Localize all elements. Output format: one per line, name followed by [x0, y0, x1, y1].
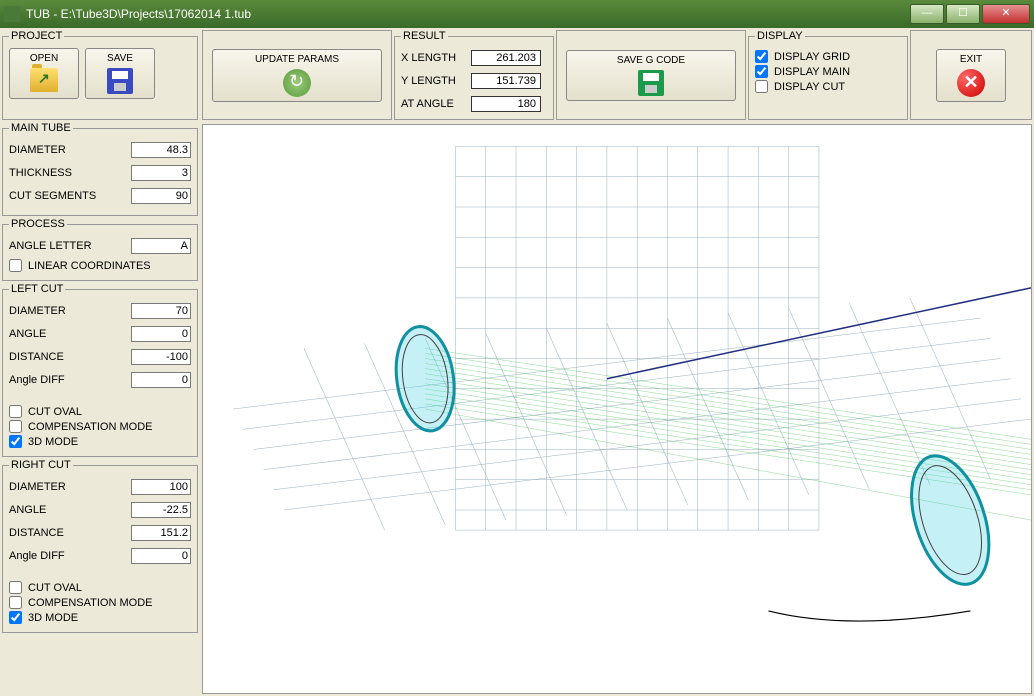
display-grid-label: DISPLAY GRID: [774, 51, 850, 63]
save-button[interactable]: SAVE: [85, 48, 155, 99]
project-legend: PROJECT: [9, 30, 64, 42]
atangle-value: 180: [471, 96, 541, 112]
app-icon: [4, 6, 20, 22]
open-button[interactable]: OPEN: [9, 48, 79, 99]
left-compensation-label: COMPENSATION MODE: [28, 421, 152, 433]
right-angle-label: ANGLE: [9, 504, 131, 516]
title-bar: TUB - E:\Tube3D\Projects\17062014 1.tub …: [0, 0, 1034, 28]
right-compensation-checkbox[interactable]: [9, 596, 22, 609]
right-3d-mode-checkbox[interactable]: [9, 611, 22, 624]
save-label: SAVE: [107, 53, 133, 64]
angle-letter-input[interactable]: [131, 238, 191, 254]
result-group: RESULT X LENGTH 261.203 Y LENGTH 151.739…: [394, 30, 554, 120]
thickness-label: THICKNESS: [9, 167, 131, 179]
window-title: TUB - E:\Tube3D\Projects\17062014 1.tub: [26, 7, 908, 21]
right-cut-group: RIGHT CUT DIAMETER ANGLE DISTANCE Angle …: [2, 459, 198, 633]
render-svg: [203, 125, 1031, 693]
linear-coordinates-checkbox[interactable]: [9, 259, 22, 272]
ylength-value: 151.739: [471, 73, 541, 89]
angle-letter-label: ANGLE LETTER: [9, 240, 131, 252]
right-cut-legend: RIGHT CUT: [9, 459, 73, 471]
left-anglediff-label: Angle DIFF: [9, 374, 131, 386]
left-distance-input[interactable]: [131, 349, 191, 365]
xlength-label: X LENGTH: [401, 52, 471, 64]
cut-segments-label: CUT SEGMENTS: [9, 190, 131, 202]
left-cut-group: LEFT CUT DIAMETER ANGLE DISTANCE Angle D…: [2, 283, 198, 457]
left-cut-oval-label: CUT OVAL: [28, 406, 82, 418]
right-distance-input[interactable]: [131, 525, 191, 541]
exit-group: EXIT ✕: [910, 30, 1032, 120]
display-cut-checkbox[interactable]: [755, 80, 768, 93]
process-legend: PROCESS: [9, 218, 67, 230]
minimize-button[interactable]: —: [910, 4, 944, 24]
update-params-button[interactable]: UPDATE PARAMS: [212, 49, 382, 102]
display-group: DISPLAY DISPLAY GRID DISPLAY MAIN DISPLA…: [748, 30, 908, 120]
close-circle-icon: ✕: [957, 69, 985, 97]
right-anglediff-input[interactable]: [131, 548, 191, 564]
process-group: PROCESS ANGLE LETTER LINEAR COORDINATES: [2, 218, 198, 281]
refresh-icon: [283, 69, 311, 97]
left-cut-oval-checkbox[interactable]: [9, 405, 22, 418]
right-diameter-label: DIAMETER: [9, 481, 131, 493]
main-tube-group: MAIN TUBE DIAMETER THICKNESS CUT SEGMENT…: [2, 122, 198, 216]
exit-button[interactable]: EXIT ✕: [936, 49, 1006, 102]
right-diameter-input[interactable]: [131, 479, 191, 495]
display-main-checkbox[interactable]: [755, 65, 768, 78]
left-distance-label: DISTANCE: [9, 351, 131, 363]
left-3d-mode-label: 3D MODE: [28, 436, 78, 448]
save-gcode-label: SAVE G CODE: [617, 55, 685, 66]
left-angle-label: ANGLE: [9, 328, 131, 340]
left-cut-legend: LEFT CUT: [9, 283, 65, 295]
left-anglediff-input[interactable]: [131, 372, 191, 388]
close-button[interactable]: ✕: [982, 4, 1030, 24]
project-group: PROJECT OPEN SAVE: [2, 30, 198, 120]
update-group: UPDATE PARAMS: [202, 30, 392, 120]
floppy-disk-icon: [107, 68, 133, 94]
right-anglediff-label: Angle DIFF: [9, 550, 131, 562]
ylength-label: Y LENGTH: [401, 75, 471, 87]
right-cut-oval-label: CUT OVAL: [28, 582, 82, 594]
left-angle-input[interactable]: [131, 326, 191, 342]
maximize-button[interactable]: ☐: [946, 4, 980, 24]
result-legend: RESULT: [401, 30, 448, 42]
open-label: OPEN: [30, 53, 58, 64]
main-thickness-input[interactable]: [131, 165, 191, 181]
left-diameter-label: DIAMETER: [9, 305, 131, 317]
update-params-label: UPDATE PARAMS: [255, 54, 339, 65]
folder-open-icon: [30, 68, 58, 92]
atangle-label: AT ANGLE: [401, 98, 471, 110]
floppy-disk-green-icon: [638, 70, 664, 96]
save-gcode-group: SAVE G CODE: [556, 30, 746, 120]
right-cut-oval-checkbox[interactable]: [9, 581, 22, 594]
right-angle-input[interactable]: [131, 502, 191, 518]
display-legend: DISPLAY: [755, 30, 805, 42]
diameter-label: DIAMETER: [9, 144, 131, 156]
right-3d-mode-label: 3D MODE: [28, 612, 78, 624]
display-grid-checkbox[interactable]: [755, 50, 768, 63]
right-compensation-label: COMPENSATION MODE: [28, 597, 152, 609]
save-gcode-button[interactable]: SAVE G CODE: [566, 50, 736, 101]
xlength-value: 261.203: [471, 50, 541, 66]
main-tube-legend: MAIN TUBE: [9, 122, 73, 134]
3d-viewport[interactable]: [202, 124, 1032, 694]
right-distance-label: DISTANCE: [9, 527, 131, 539]
display-cut-label: DISPLAY CUT: [774, 81, 845, 93]
left-diameter-input[interactable]: [131, 303, 191, 319]
exit-label: EXIT: [960, 54, 982, 65]
main-cut-segments-input[interactable]: [131, 188, 191, 204]
main-diameter-input[interactable]: [131, 142, 191, 158]
linear-coordinates-label: LINEAR COORDINATES: [28, 260, 151, 272]
left-compensation-checkbox[interactable]: [9, 420, 22, 433]
left-3d-mode-checkbox[interactable]: [9, 435, 22, 448]
display-main-label: DISPLAY MAIN: [774, 66, 850, 78]
